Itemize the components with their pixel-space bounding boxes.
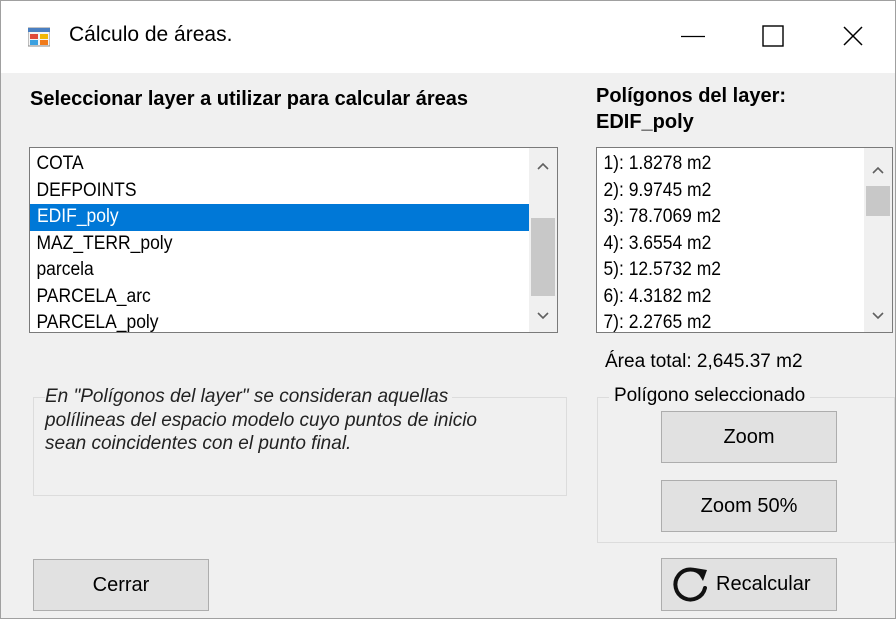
layers-heading: Seleccionar layer a utilizar para calcul… [30,88,469,110]
layer-item[interactable]: MAZ_TERR_poly [30,231,489,258]
zoom-button[interactable]: Zoom [661,411,837,463]
polygons-layer-name: EDIF_poly [596,111,694,133]
recalculate-button[interactable]: Recalcular [661,558,837,611]
note-line-3: sean coincidentes con el punto final. [45,433,352,454]
window-title: Cálculo de áreas. [69,23,233,46]
scroll-up-button[interactable] [529,152,557,180]
selected-polygon-legend: Polígono seleccionado [609,385,811,407]
close-button[interactable]: Cerrar [33,559,209,611]
close-icon [843,26,863,46]
layer-item[interactable]: PARCELA_arc [30,284,489,311]
zoom-50-button[interactable]: Zoom 50% [661,480,837,532]
layer-item[interactable]: parcela [30,257,489,284]
chevron-down-icon [537,312,549,320]
close-window-button[interactable] [823,11,883,61]
polygons-scrollbar[interactable] [864,148,892,332]
polygon-item[interactable]: 6): 4.3182 m2 [597,284,843,311]
scroll-down-button[interactable] [864,302,892,330]
layer-item[interactable]: PARCELA_poly [30,310,489,332]
chevron-up-icon [537,162,549,170]
polygon-item[interactable]: 4): 3.6554 m2 [597,231,843,258]
scroll-down-button[interactable] [529,302,557,330]
polygons-list: 1): 1.8278 m2 2): 9.9745 m2 3): 78.7069 … [597,148,864,332]
polygon-item[interactable]: 5): 12.5732 m2 [597,257,843,284]
maximize-button[interactable] [743,11,803,61]
layer-item[interactable]: COTA [30,151,489,178]
layers-scroll-thumb[interactable] [531,218,555,296]
layers-listbox[interactable]: COTA DEFPOINTS EDIF_poly MAZ_TERR_poly p… [29,147,558,333]
chevron-down-icon [872,312,884,320]
polygon-item[interactable]: 2): 9.9745 m2 [597,178,843,205]
note-line-2: polílineas del espacio modelo cuyo punto… [45,410,477,431]
polygons-listbox[interactable]: 1): 1.8278 m2 2): 9.9745 m2 3): 78.7069 … [596,147,893,333]
polygons-heading: Polígonos del layer: [596,85,787,107]
total-area-label: Área total: 2,645.37 m2 [605,351,803,372]
polygons-scroll-thumb[interactable] [866,186,890,216]
title-bar[interactable]: Cálculo de áreas. [1,1,895,73]
layer-item[interactable]: DEFPOINTS [30,178,489,205]
polygon-item[interactable]: 7): 2.2765 m2 [597,310,843,332]
app-window-icon [28,27,50,47]
recalculate-label: Recalcular [716,573,811,595]
chevron-up-icon [872,166,884,174]
dialog-window: Cálculo de áreas. Seleccionar layer a ut… [0,0,896,619]
minimize-button[interactable] [663,11,723,61]
refresh-icon [673,567,707,601]
maximize-icon [762,25,784,47]
layers-list: COTA DEFPOINTS EDIF_poly MAZ_TERR_poly p… [30,148,529,332]
polygon-item[interactable]: 1): 1.8278 m2 [597,151,843,178]
layers-scrollbar[interactable] [529,148,557,332]
minimize-icon [681,35,705,38]
scroll-up-button[interactable] [864,156,892,184]
note-line-1: En "Polígonos del layer" se consideran a… [45,386,453,408]
polygon-item[interactable]: 3): 78.7069 m2 [597,204,843,231]
layer-item-selected[interactable]: EDIF_poly [30,204,529,231]
